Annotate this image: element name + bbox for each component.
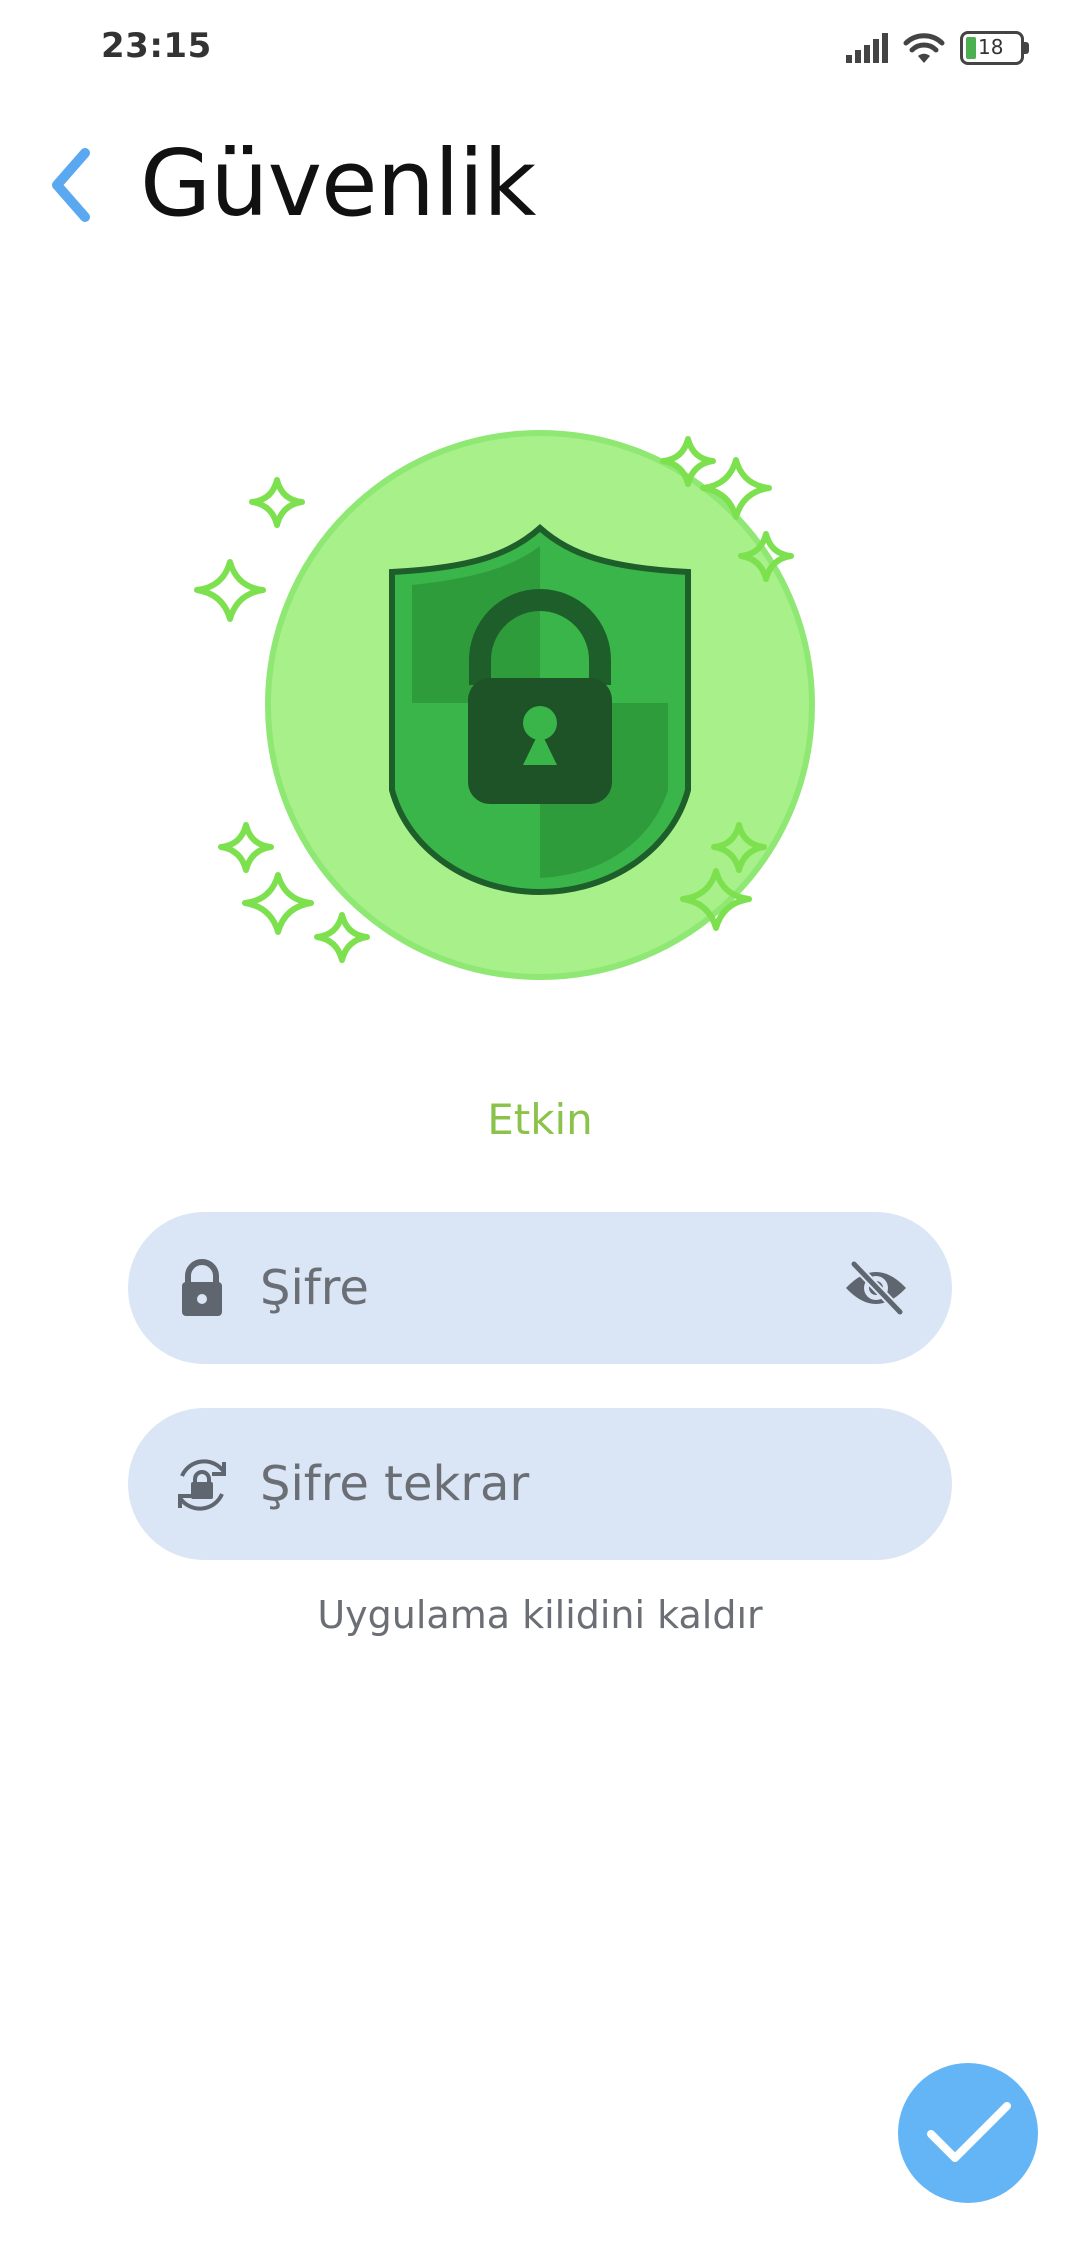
password-field[interactable] xyxy=(128,1212,952,1364)
confirm-button[interactable] xyxy=(898,2063,1038,2203)
eye-off-icon[interactable] xyxy=(844,1258,908,1318)
lock-icon xyxy=(182,1259,222,1316)
lock-refresh-icon xyxy=(178,1459,226,1511)
password-repeat-field[interactable] xyxy=(128,1408,952,1560)
password-repeat-input[interactable] xyxy=(260,1444,820,1524)
wifi-icon xyxy=(903,33,945,63)
page-title: Güvenlik xyxy=(140,130,536,237)
signal-icon xyxy=(846,33,888,63)
battery-level: 18 xyxy=(978,35,1004,59)
status-bar: 23:15 18 xyxy=(0,0,1080,96)
lock-status-label: Etkin xyxy=(487,1095,593,1144)
password-input[interactable] xyxy=(260,1248,820,1328)
remove-app-lock-link[interactable]: Uygulama kilidini kaldır xyxy=(0,1593,1080,1637)
check-icon xyxy=(927,2102,1011,2162)
shield-lock-icon xyxy=(194,430,815,980)
chevron-left-icon xyxy=(52,148,90,222)
header: Güvenlik xyxy=(0,120,1080,250)
security-screen: 23:15 18 Güvenlik Etkin Uygulama kilidin… xyxy=(0,0,1080,2246)
battery-icon: 18 xyxy=(960,31,1030,65)
status-time: 23:15 xyxy=(101,26,212,66)
back-button[interactable] xyxy=(30,140,110,230)
status-icons: 18 xyxy=(846,28,1030,68)
